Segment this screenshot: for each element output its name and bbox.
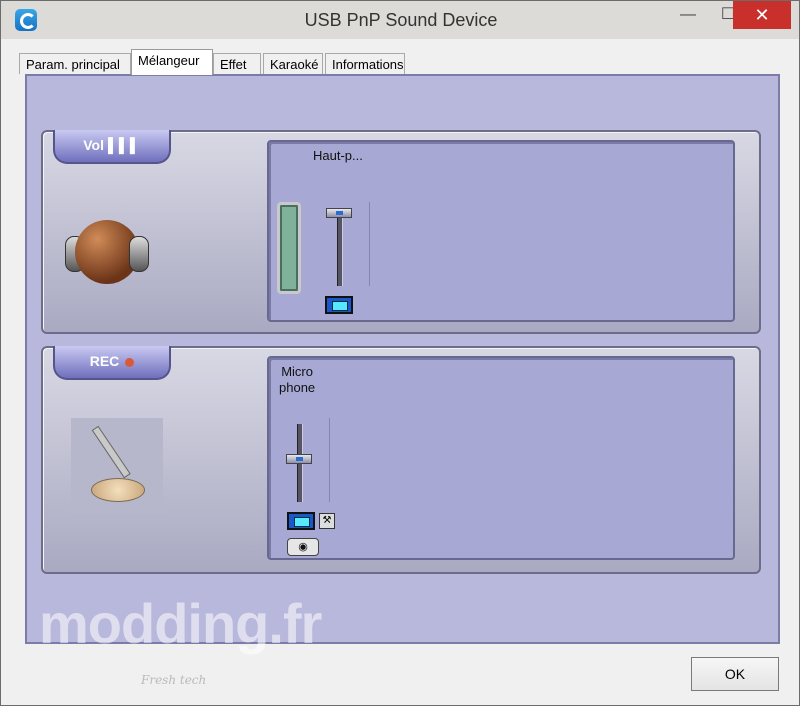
watermark-tagline: Fresh tech — [141, 673, 207, 687]
close-button[interactable]: ✕ — [733, 1, 791, 29]
microphone-mute-button[interactable] — [287, 512, 315, 530]
tab-effet[interactable]: Effet — [213, 53, 261, 74]
microphone-base — [91, 478, 145, 502]
microphone-channel-label: Micro phone — [279, 364, 315, 396]
speaker-level-meter — [277, 202, 301, 294]
title-bar: USB PnP Sound Device — ☐ ✕ — [1, 1, 799, 39]
microphone-settings-button[interactable]: ⚒ — [319, 513, 335, 529]
headphones-icon — [65, 216, 149, 292]
speaker-volume-track[interactable] — [337, 208, 343, 286]
tab-param-principal[interactable]: Param. principal — [19, 53, 131, 74]
tab-karaoke[interactable]: Karaoké — [263, 53, 323, 74]
mixer-page: Vol ▌▌▌ Haut-p... REC Micro phone ⚒ ◉ — [25, 74, 780, 644]
microphone-volume-slider[interactable] — [286, 454, 312, 464]
microphone-scale — [329, 418, 330, 502]
speaker-channel-area: Haut-p... — [267, 140, 735, 322]
ok-button[interactable]: OK — [691, 657, 779, 691]
record-dot-icon — [125, 357, 135, 367]
rec-label: REC — [89, 353, 120, 369]
microphone-channel-area: Micro phone ⚒ ◉ — [267, 356, 735, 560]
microphone-icon — [71, 418, 163, 514]
playback-panel: Vol ▌▌▌ Haut-p... — [41, 130, 761, 334]
microphone-label-line2: phone — [279, 380, 316, 395]
microphone-stem — [91, 425, 131, 479]
vol-tab-label: Vol ▌▌▌ — [53, 130, 171, 164]
speaker-scale — [369, 202, 370, 286]
sound-device-window: USB PnP Sound Device — ☐ ✕ Param. princi… — [0, 0, 800, 706]
speaker-volume-slider[interactable] — [326, 208, 352, 218]
watermark-logo: modding.fr — [39, 592, 322, 655]
rec-tab-label: REC — [53, 346, 171, 380]
microphone-boost-button[interactable]: ◉ — [287, 538, 319, 556]
headphones-right-cup — [129, 236, 149, 272]
record-panel: REC Micro phone ⚒ ◉ — [41, 346, 761, 574]
tab-melangeur[interactable]: Mélangeur — [131, 49, 213, 75]
speaker-mute-button[interactable] — [325, 296, 353, 314]
microphone-label-line1: Micro — [281, 364, 313, 379]
tab-informations[interactable]: Informations — [325, 53, 405, 74]
speaker-channel-label: Haut-p... — [313, 148, 363, 163]
vol-label: Vol — [83, 137, 104, 153]
volume-bars-icon: ▌▌▌ — [107, 137, 141, 153]
